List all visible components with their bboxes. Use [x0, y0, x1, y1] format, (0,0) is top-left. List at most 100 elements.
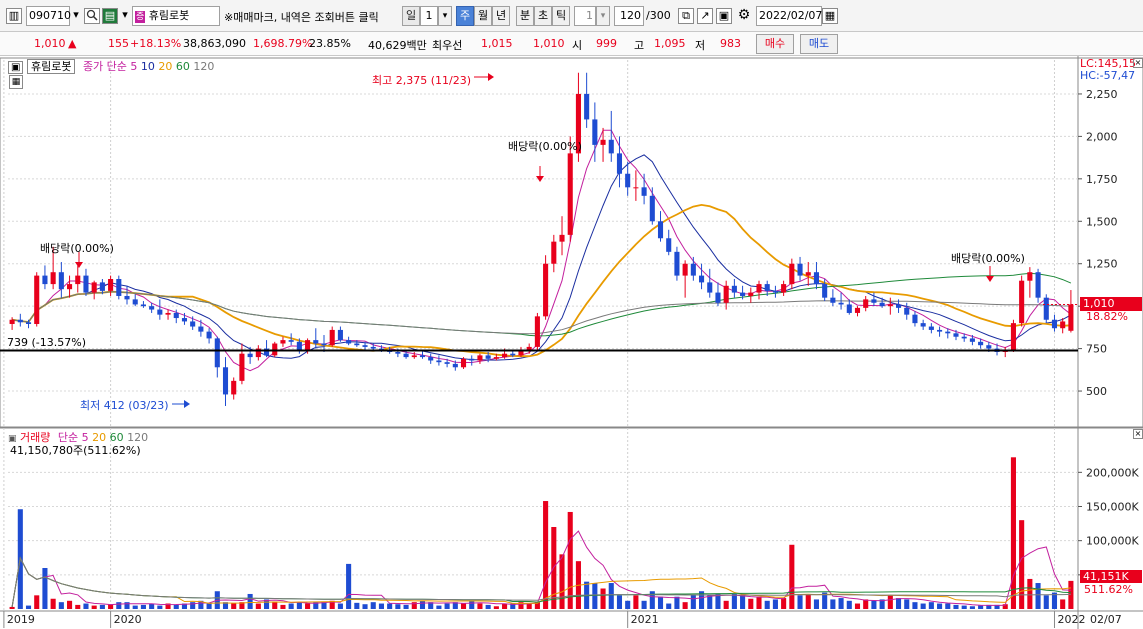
candle-body	[58, 272, 64, 290]
high-price: 1,095	[654, 37, 686, 50]
volume-bar	[477, 603, 483, 609]
price-tick-label: 1,500	[1086, 215, 1118, 228]
candle-body	[797, 263, 803, 276]
volume-bar	[772, 599, 778, 609]
stock-type-icon[interactable]: ▤	[102, 8, 118, 24]
period-month-button[interactable]: 월	[474, 6, 492, 26]
volume-close-icon[interactable]: ×	[1133, 429, 1143, 439]
candle-body	[1068, 304, 1074, 331]
candle-body	[961, 336, 967, 339]
candle-body	[920, 323, 926, 327]
x-tick-label-last: 02/07	[1090, 613, 1122, 626]
period-year-button[interactable]: 년	[492, 6, 510, 26]
tick-dropdown-icon[interactable]: ▾	[596, 6, 610, 26]
price-panel-name[interactable]: 휴림로봇	[26, 59, 76, 74]
volume-bar	[1043, 595, 1049, 609]
indicator-icon[interactable]: ↗	[697, 8, 713, 24]
candle-body	[288, 340, 294, 342]
candle-body	[50, 272, 56, 285]
candle-body	[436, 360, 442, 363]
volume-bar	[378, 603, 384, 609]
volume-bar	[9, 606, 15, 609]
trade-volume: 38,863,090	[183, 37, 246, 50]
stock-code-input[interactable]: 090710	[26, 6, 71, 26]
period-dropdown-icon[interactable]: ▾	[438, 6, 452, 26]
candle-body	[198, 326, 204, 332]
period-day-button[interactable]: 일	[402, 6, 420, 26]
search-icon[interactable]	[84, 8, 100, 24]
volume-bar	[58, 602, 64, 609]
candle-body	[140, 304, 146, 307]
period-value[interactable]: 1	[420, 6, 438, 26]
period-tick-button[interactable]: 틱	[552, 6, 570, 26]
volume-bar	[75, 604, 81, 609]
calendar-icon[interactable]: ▦	[822, 8, 838, 24]
code-dropdown-icon[interactable]: ▾	[70, 8, 82, 24]
volume-bar	[42, 568, 48, 609]
current-price-badge: 1,010	[1080, 297, 1142, 311]
volume-bar	[887, 595, 893, 609]
volume-bar	[272, 601, 278, 609]
candle-body	[534, 316, 540, 347]
volume-bar	[419, 600, 426, 609]
volume-bar	[288, 603, 294, 609]
volume-bar	[969, 606, 975, 609]
volume-bar	[756, 596, 762, 609]
sell-button[interactable]: 매도	[800, 34, 838, 54]
count-input[interactable]: 120	[614, 6, 644, 26]
candle-body	[1019, 280, 1025, 324]
period-second-button[interactable]: 초	[534, 6, 552, 26]
candle-body	[879, 302, 885, 307]
candle-type-icon[interactable]: ⧉	[678, 8, 694, 24]
chart-table-icon[interactable]: ▦	[9, 75, 23, 89]
candle-body	[928, 326, 934, 330]
candle-body	[214, 338, 220, 368]
candle-body	[649, 195, 655, 222]
tick-value-input[interactable]: 1	[574, 6, 596, 26]
candle-body	[67, 284, 73, 290]
candle-body	[346, 340, 352, 344]
candle-body	[1043, 297, 1049, 320]
stock-name-field[interactable]: 증 휴림로봇	[132, 6, 220, 26]
volume-bar	[567, 511, 573, 609]
candle-body	[370, 346, 376, 349]
x-tick-label: 2020	[114, 613, 142, 626]
type-dropdown-icon[interactable]: ▾	[120, 8, 130, 24]
x-tick-label: 2022	[1057, 613, 1085, 626]
candle-body	[493, 357, 499, 359]
price-change: 155	[108, 37, 129, 50]
save-icon[interactable]: ▣	[716, 8, 732, 24]
candle-body	[165, 312, 171, 315]
volume-bar	[674, 596, 680, 609]
candle-body	[428, 357, 434, 361]
buy-button[interactable]: 매수	[756, 34, 794, 54]
date-input[interactable]: 2022/02/07	[756, 6, 822, 26]
candle-body	[510, 353, 516, 356]
legend-collapse-icon[interactable]: ▣	[8, 61, 24, 74]
quote-bar: 1,010 ▲ 155 +18.13% 38,863,090 1,698.79%…	[0, 32, 1143, 56]
chart-menu-icon[interactable]: ▥	[6, 8, 22, 24]
candle-body	[699, 275, 705, 283]
volume-bar	[928, 602, 934, 609]
volume-bar	[608, 583, 614, 609]
volume-bar	[937, 603, 943, 609]
settings-gear-icon[interactable]: ⚙	[736, 8, 752, 24]
period-minute-button[interactable]: 분	[516, 6, 534, 26]
volume-bar	[633, 595, 639, 609]
volume-bar	[781, 598, 787, 609]
candle-body	[584, 93, 590, 120]
volume-bar	[67, 600, 73, 609]
price-tick-label: 750	[1086, 343, 1107, 356]
period-week-button[interactable]: 주	[456, 6, 474, 26]
volume-bar	[387, 603, 393, 609]
volume-bar	[723, 600, 729, 609]
candle-body	[206, 331, 212, 339]
volume-bar	[764, 600, 770, 609]
candle-body	[452, 363, 458, 368]
candle-body	[813, 272, 820, 285]
candle-body	[641, 187, 647, 196]
ma120-label: 120	[193, 60, 215, 73]
price-close-icon[interactable]: ×	[1133, 58, 1143, 68]
low-price: 983	[720, 37, 741, 50]
volume-bar	[543, 501, 549, 609]
